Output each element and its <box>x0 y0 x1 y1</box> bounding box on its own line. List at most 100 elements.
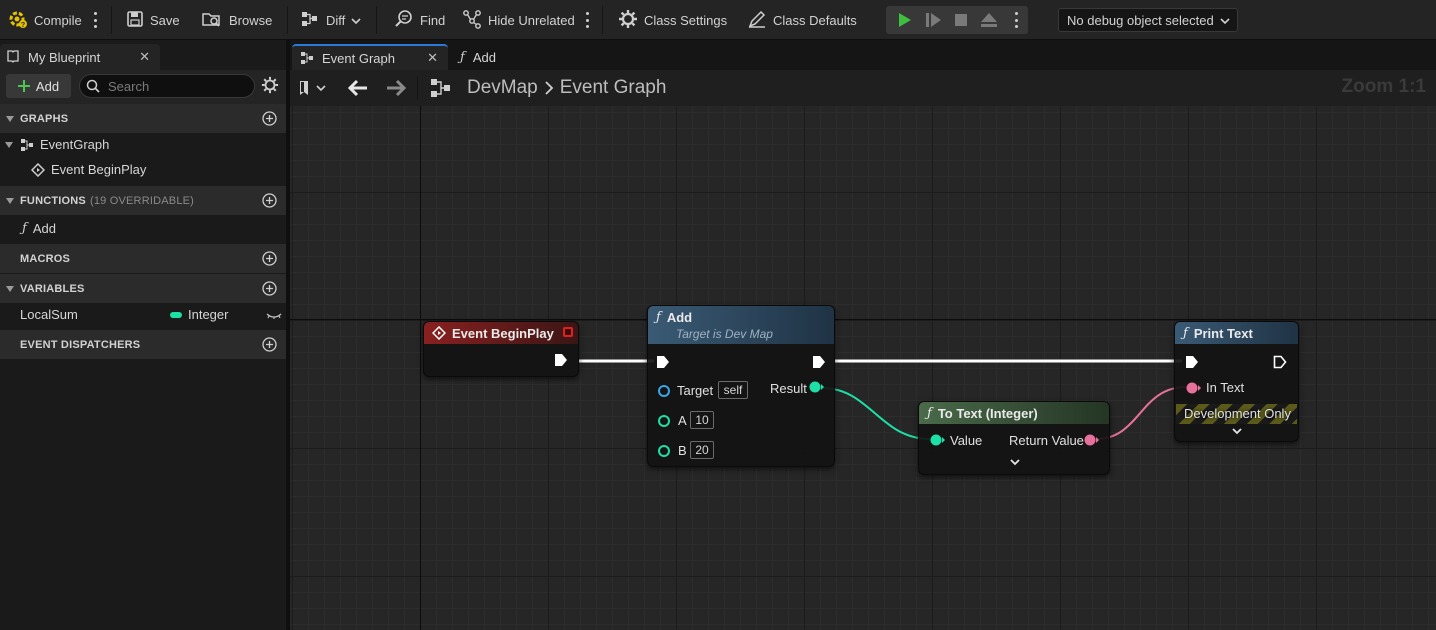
add-button[interactable]: Add <box>6 74 71 98</box>
exec-out-pin[interactable] <box>1273 355 1287 369</box>
collapse-arrow-icon <box>5 141 13 148</box>
exec-in-pin[interactable] <box>1185 355 1199 369</box>
collapse-arrow-icon <box>0 197 20 205</box>
event-dispatchers-section-header[interactable]: EVENT DISPATCHERS <box>0 330 286 359</box>
macros-section-header[interactable]: MACROS <box>0 244 286 273</box>
value-pin[interactable] <box>929 433 945 447</box>
add-variable-icon[interactable] <box>262 281 277 299</box>
compile-options-kebab[interactable] <box>93 12 97 28</box>
step-icon <box>926 13 941 27</box>
expand-chevron-icon[interactable] <box>1009 458 1021 468</box>
my-blueprint-tab[interactable]: My Blueprint ✕ <box>0 44 160 70</box>
functions-overridable-count: (19 OVERRIDABLE) <box>89 194 195 207</box>
save-label: Save <box>150 12 180 28</box>
tab-add-label: Add <box>472 49 496 65</box>
search-icon <box>86 79 100 93</box>
target-pin[interactable] <box>657 384 671 398</box>
breadcrumb: DevMap Event Graph <box>467 70 666 106</box>
play-button[interactable] <box>890 6 918 34</box>
return-value-pin[interactable] <box>1083 433 1099 447</box>
node-event-beginplay[interactable]: Event BeginPlay <box>423 321 579 377</box>
visibility-eye-icon[interactable] <box>266 309 282 324</box>
stop-button[interactable] <box>947 6 975 34</box>
node-add-subtitle: Target is Dev Map <box>676 327 773 341</box>
tab-event-graph[interactable]: Event Graph ✕ <box>292 44 448 70</box>
add-graph-icon[interactable] <box>262 111 277 129</box>
save-button[interactable]: Save <box>126 0 180 40</box>
arrow-left-icon <box>347 79 367 97</box>
exec-out-pin[interactable] <box>812 355 826 369</box>
variable-row-localsum[interactable]: LocalSum Integer <box>0 305 286 327</box>
forward-button[interactable] <box>385 79 407 100</box>
back-button[interactable] <box>347 79 369 100</box>
development-only-label: Development Only <box>1184 406 1291 421</box>
functions-section-header[interactable]: FUNCTIONS (19 OVERRIDABLE) <box>0 186 286 215</box>
hide-unrelated-button[interactable]: Hide Unrelated <box>462 0 575 40</box>
class-defaults-button[interactable]: Class Defaults <box>747 0 857 40</box>
tree-item-function-add[interactable]: ƒ Add <box>22 221 56 236</box>
find-button[interactable]: Find <box>394 0 445 40</box>
close-icon[interactable]: ✕ <box>139 49 150 65</box>
find-options-kebab[interactable] <box>585 12 589 28</box>
my-blueprint-title: My Blueprint <box>28 49 101 65</box>
tree-item-event-beginplay[interactable]: Event BeginPlay <box>31 162 146 177</box>
result-pin-label: Result <box>770 381 807 396</box>
variable-name: LocalSum <box>20 307 78 322</box>
variable-type-selector[interactable]: Integer <box>170 307 228 322</box>
search-input[interactable] <box>108 78 248 94</box>
diff-button[interactable]: Diff <box>300 0 361 40</box>
output-delegate-pin[interactable] <box>563 327 573 337</box>
search-field[interactable] <box>79 74 255 98</box>
panel-settings-button[interactable] <box>261 76 279 97</box>
play-options-kebab[interactable] <box>1014 12 1018 28</box>
node-add[interactable]: ƒ Add Target is Dev Map Target self Resu… <box>647 305 835 467</box>
node-to-text-header: ƒ To Text (Integer) <box>919 402 1109 424</box>
in-text-pin[interactable] <box>1185 381 1201 395</box>
breadcrumb-root[interactable]: DevMap <box>467 77 538 99</box>
variables-section-header[interactable]: VARIABLES <box>0 274 286 303</box>
debug-object-selector[interactable]: No debug object selected <box>1058 8 1238 32</box>
graph-structure-icon <box>430 78 452 101</box>
function-add-label: Add <box>32 221 56 236</box>
a-value-field[interactable]: 10 <box>690 411 714 429</box>
tree-item-event-graph[interactable]: EventGraph <box>4 137 109 152</box>
hide-unrelated-icon <box>462 9 482 32</box>
event-graph-icon <box>21 138 33 151</box>
graphs-section-header[interactable]: GRAPHS <box>0 104 286 133</box>
class-defaults-icon <box>747 9 767 32</box>
chevron-right-icon <box>545 81 554 95</box>
add-macro-icon[interactable] <box>262 251 277 269</box>
return-value-pin-label: Return Value <box>1009 433 1084 448</box>
add-label: Add <box>35 78 60 94</box>
compile-button[interactable]: ? Compile <box>8 0 82 40</box>
event-graph-canvas[interactable]: Event BeginPlay ƒ Add Target is Dev Map … <box>290 106 1436 630</box>
exec-out-pin[interactable] <box>554 353 568 367</box>
close-icon[interactable]: ✕ <box>427 50 438 66</box>
step-button[interactable] <box>919 6 947 34</box>
find-label: Find <box>420 12 446 28</box>
add-function-icon[interactable] <box>262 193 277 211</box>
result-pin[interactable] <box>808 380 824 394</box>
tab-event-graph-label: Event Graph <box>322 50 395 66</box>
node-event-beginplay-header: Event BeginPlay <box>424 322 578 344</box>
expand-chevron-icon[interactable] <box>1231 427 1243 437</box>
tab-add[interactable]: ƒ Add <box>452 44 522 70</box>
bookmark-icon <box>300 81 308 95</box>
eject-button[interactable] <box>975 6 1003 34</box>
bookmark-button[interactable] <box>298 80 326 96</box>
hide-unrelated-label: Hide Unrelated <box>488 12 575 28</box>
node-print-text[interactable]: ƒ Print Text In Text Development Only <box>1174 321 1299 442</box>
class-settings-button[interactable]: Class Settings <box>618 0 727 40</box>
b-value-field[interactable]: 20 <box>690 441 714 459</box>
b-pin[interactable] <box>657 444 671 458</box>
node-to-text-integer[interactable]: ƒ To Text (Integer) Value Return Value <box>918 401 1110 475</box>
diff-icon <box>300 10 320 31</box>
browse-button[interactable]: Browse <box>201 0 272 40</box>
target-self-value[interactable]: self <box>718 381 748 399</box>
debug-object-label: No debug object selected <box>1067 12 1214 28</box>
a-pin[interactable] <box>657 414 671 428</box>
integer-wire-result-to-value <box>821 387 931 440</box>
exec-in-pin[interactable] <box>656 355 670 369</box>
add-event-dispatcher-icon[interactable] <box>262 337 277 355</box>
compile-label: Compile <box>34 12 82 28</box>
